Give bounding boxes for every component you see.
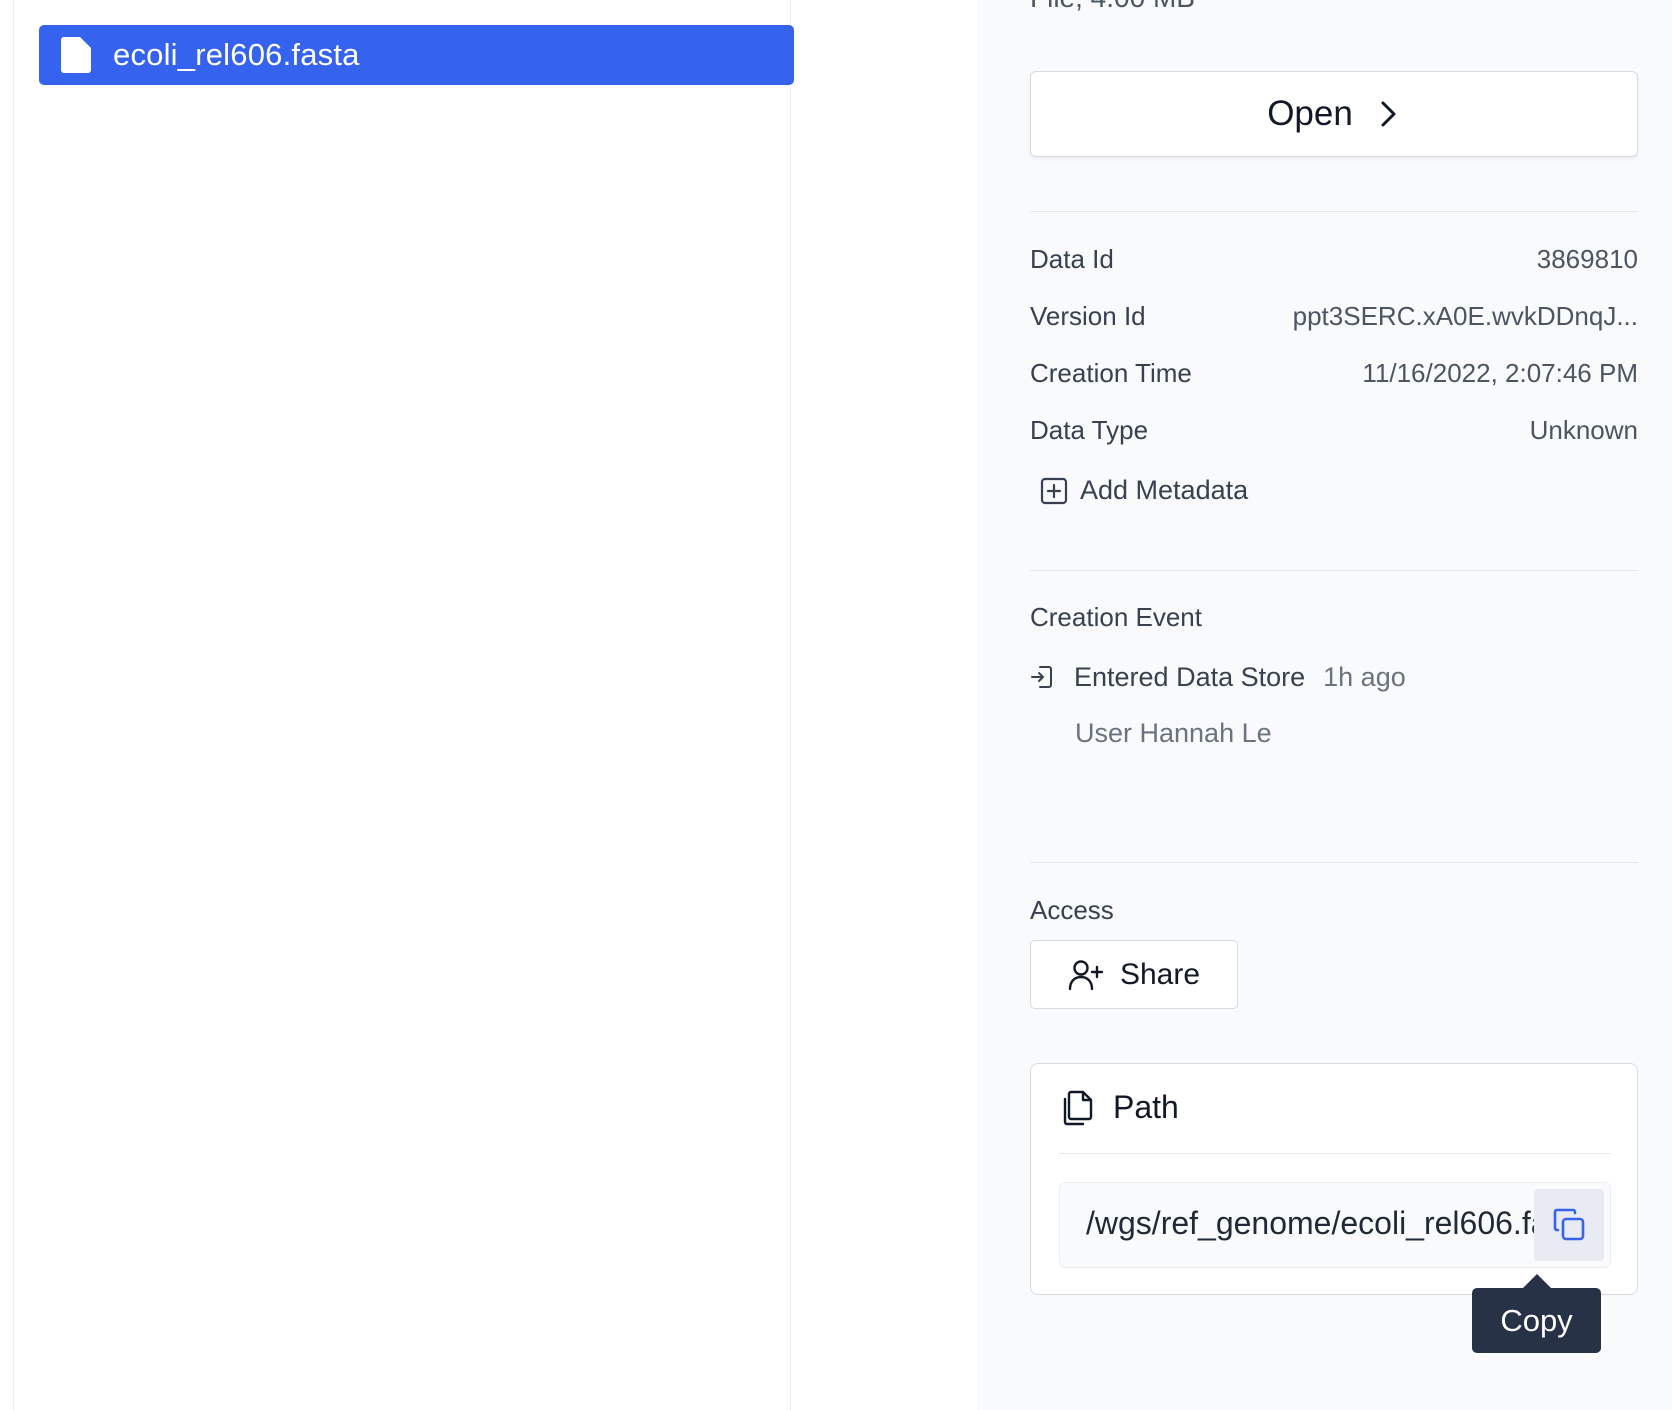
path-header: Path xyxy=(1061,1089,1179,1126)
creation-event-entry: Entered Data Store 1h ago xyxy=(1030,662,1406,693)
divider xyxy=(1030,862,1638,863)
divider xyxy=(1030,211,1638,212)
share-button-label: Share xyxy=(1119,957,1201,991)
file-icon xyxy=(61,37,91,73)
copy-tooltip: Copy xyxy=(1472,1274,1601,1353)
add-metadata-button[interactable]: Add Metadata xyxy=(1040,475,1248,506)
file-row-selected[interactable]: ecoli_rel606.fasta xyxy=(39,25,794,85)
path-title: Path xyxy=(1113,1089,1179,1125)
open-button[interactable]: Open xyxy=(1030,71,1638,157)
metadata-label: Version Id xyxy=(1030,300,1146,331)
metadata-row-creation-time: Creation Time 11/16/2022, 2:07:46 PM xyxy=(1030,356,1638,390)
access-title: Access xyxy=(1030,895,1114,925)
metadata-label: Data Id xyxy=(1030,243,1114,274)
file-summary: File, 4.00 MB xyxy=(1030,0,1195,14)
share-button[interactable]: Share xyxy=(1030,940,1238,1009)
enter-icon xyxy=(1031,666,1052,688)
event-user: User Hannah Le xyxy=(1075,718,1272,748)
open-button-label: Open xyxy=(1267,94,1353,133)
metadata-label: Data Type xyxy=(1030,414,1149,445)
metadata-row-data-type: Data Type Unknown xyxy=(1030,413,1638,447)
path-value[interactable]: /wgs/ref_genome/ecoli_rel606.fasta xyxy=(1086,1205,1546,1242)
metadata-label: Creation Time xyxy=(1030,357,1192,388)
add-metadata-label: Add Metadata xyxy=(1080,475,1249,505)
event-name: Entered Data Store xyxy=(1074,662,1306,692)
metadata-value: ppt3SERC.xA0E.wvkDDnqJ... xyxy=(1292,300,1638,331)
path-card: Path /wgs/ref_genome/ecoli_rel606.fasta xyxy=(1030,1063,1638,1295)
divider xyxy=(1030,570,1638,571)
divider xyxy=(1059,1153,1611,1154)
metadata-value: 3869810 xyxy=(1536,243,1638,274)
event-time: 1h ago xyxy=(1323,662,1406,692)
tooltip-text: Copy xyxy=(1500,1302,1573,1338)
path-field[interactable]: /wgs/ref_genome/ecoli_rel606.fasta xyxy=(1059,1182,1611,1268)
chevron-right-icon xyxy=(1381,101,1396,127)
copy-icon xyxy=(1553,1208,1585,1241)
file-name: ecoli_rel606.fasta xyxy=(113,37,360,72)
file-list-pane: ecoli_rel606.fasta xyxy=(0,0,977,1410)
copy-document-icon xyxy=(1063,1090,1093,1125)
metadata-row-version-id: Version Id ppt3SERC.xA0E.wvkDDnqJ... xyxy=(1030,299,1638,333)
creation-event-title: Creation Event xyxy=(1030,602,1202,632)
add-user-icon xyxy=(1068,959,1104,990)
details-panel: File, 4.00 MB Open Data Id 3869810 Versi… xyxy=(977,0,1672,1410)
copy-button[interactable] xyxy=(1534,1189,1604,1261)
plus-square-icon xyxy=(1040,477,1068,504)
file-list-column: ecoli_rel606.fasta xyxy=(13,0,794,1410)
metadata-row-data-id: Data Id 3869810 xyxy=(1030,242,1638,276)
metadata-value: Unknown xyxy=(1529,414,1638,445)
metadata-value: 11/16/2022, 2:07:46 PM xyxy=(1362,357,1638,388)
